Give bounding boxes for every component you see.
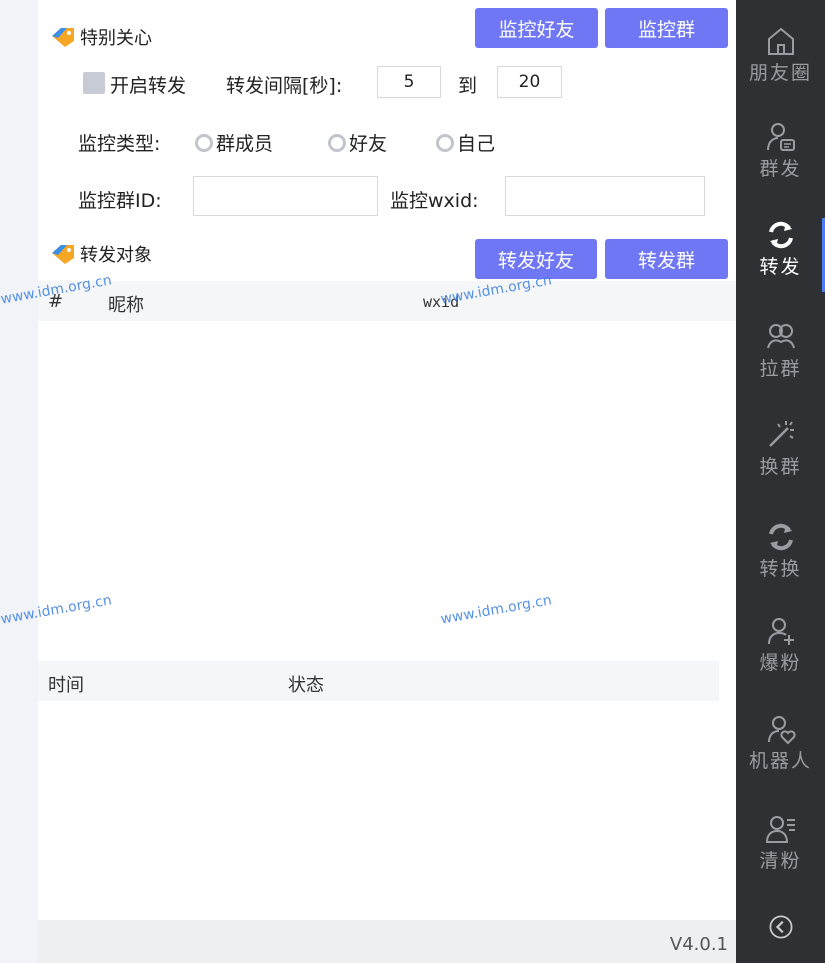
forward-target-title: 转发对象 [50,241,152,267]
radio-self[interactable]: 自己 [436,129,495,156]
sidebar-item-pull-group[interactable]: 拉群 [736,320,825,381]
sidebar-item-moments[interactable]: 朋友圈 [736,24,825,85]
monitor-friend-button[interactable]: 监控好友 [475,8,598,48]
special-care-title-text: 特别关心 [80,28,152,49]
left-margin-strip [0,0,38,963]
interval-to-input[interactable]: 20 [497,66,562,98]
monitor-group-button[interactable]: 监控群 [605,8,728,48]
column-header-status: 状态 [288,675,324,696]
sidebar-item-mass-send[interactable]: 群发 [736,120,825,181]
sidebar-back-button[interactable] [736,912,825,942]
user-list-icon [765,816,795,843]
sidebar-item-convert[interactable]: 转换 [736,520,825,581]
monitor-wxid-label: 监控wxid: [390,190,479,212]
sidebar-item-clean-fans[interactable]: 清粉 [736,812,825,873]
log-table-header: 时间 状态 [38,661,719,701]
monitor-group-id-input[interactable] [193,176,378,216]
interval-to-label: 到 [458,75,478,97]
forward-target-table-header: # 昵称 wxid [38,281,736,321]
chevron-left-circle-icon [769,915,792,939]
sidebar-item-forward[interactable]: 转发 [736,218,825,292]
user-message-icon [766,123,795,151]
radio-friend[interactable]: 好友 [328,129,387,156]
radio-group-member[interactable]: 群成员 [195,129,273,156]
refresh-icon [768,221,793,249]
radio-label: 自己 [457,133,496,155]
interval-from-input[interactable]: 5 [377,66,441,98]
sidebar-item-boost-fans[interactable]: 爆粉 [736,614,825,675]
monitor-group-id-label: 监控群ID: [78,190,162,212]
forward-group-button[interactable]: 转发群 [605,239,728,279]
monitor-type-label: 监控类型: [78,133,161,155]
forward-target-list[interactable] [38,321,736,661]
tag-icon [52,28,74,47]
radio-label: 群成员 [216,133,274,155]
sidebar: 朋友圈 群发 转发 拉群 换群 转换 爆粉 机器人 清粉 [736,0,825,963]
sidebar-item-label: 拉群 [759,358,802,380]
sidebar-item-label: 机器人 [748,750,812,772]
radio-label: 好友 [349,133,388,155]
sidebar-item-switch-group[interactable]: 换群 [736,418,825,479]
column-header-nickname: 昵称 [108,295,144,316]
special-care-title: 特别关心 [50,24,152,50]
sidebar-item-label: 朋友圈 [748,62,812,84]
sparkle-icon [768,421,794,447]
radio-circle-icon [436,133,454,152]
user-heart-icon [767,716,796,745]
users-icon [766,324,795,349]
user-plus-icon [767,618,794,645]
log-list[interactable] [38,701,736,920]
home-icon [767,27,794,55]
sidebar-item-robot[interactable]: 机器人 [736,712,825,773]
enable-forward-label: 开启转发 [110,75,187,97]
forward-friend-button[interactable]: 转发好友 [475,239,597,279]
radio-circle-icon [195,133,213,152]
sidebar-item-label: 群发 [759,158,802,180]
column-header-time: 时间 [48,675,84,696]
monitor-wxid-input[interactable] [505,176,705,216]
tag-icon [52,245,74,264]
interval-label: 转发间隔[秒]: [226,75,343,97]
radio-circle-icon [328,133,346,152]
version-label: V4.0.1 [669,934,728,955]
sidebar-item-label: 转换 [759,558,802,580]
forward-target-title-text: 转发对象 [80,245,152,266]
status-bar: V4.0.1 [38,920,736,963]
enable-forward-checkbox[interactable] [83,72,105,94]
main-panel: 特别关心 监控好友 监控群 开启转发 转发间隔[秒]: 5 到 20 监控类型:… [38,0,736,963]
sidebar-item-label: 换群 [759,456,802,478]
sidebar-item-label: 清粉 [759,850,802,872]
sidebar-item-label: 爆粉 [759,652,802,674]
sidebar-item-label: 转发 [759,256,802,278]
refresh-icon [768,523,793,551]
